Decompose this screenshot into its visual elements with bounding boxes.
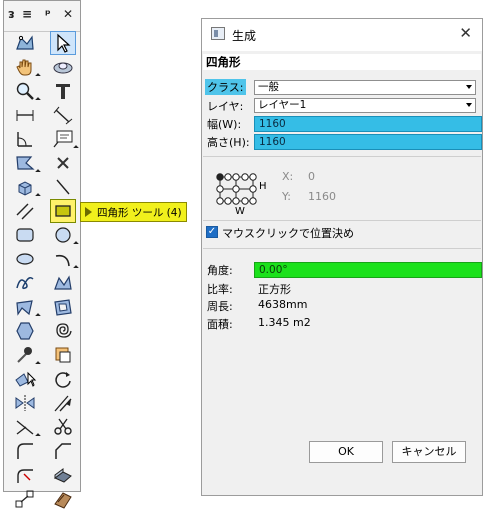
diagram-h-label: H	[259, 181, 267, 192]
callout-tool-icon[interactable]	[50, 127, 79, 151]
select-similar-tool-icon[interactable]	[12, 367, 38, 391]
circle-tool-icon[interactable]	[50, 223, 79, 247]
cancel-button[interactable]: キャンセル	[392, 441, 466, 463]
trim-tool-icon[interactable]	[12, 463, 38, 487]
polyline-tool-icon[interactable]	[50, 271, 76, 295]
spiral-tool-icon[interactable]	[50, 319, 76, 343]
dimension-tool-icon[interactable]	[12, 103, 38, 127]
regular-polygon-tool-icon[interactable]	[12, 319, 38, 343]
reshape-tool-icon[interactable]	[12, 31, 38, 55]
class-label: クラス:	[205, 79, 246, 95]
rectangle-tool-icon[interactable]	[50, 199, 76, 223]
bend-tool-icon[interactable]	[50, 463, 76, 487]
double-polygon-tool-icon[interactable]	[50, 295, 76, 319]
width-label: 幅(W):	[207, 118, 242, 131]
y-value: 1160	[308, 190, 336, 203]
attribute-mapping-tool-icon[interactable]	[50, 343, 76, 367]
rectangle-tool-tooltip: 四角形 ツール (4)	[80, 202, 187, 222]
rotate-tool-icon[interactable]	[50, 367, 76, 391]
pan-tool-icon[interactable]	[12, 55, 41, 79]
layer-value: レイヤー1	[258, 99, 307, 111]
dialog-title: 生成	[232, 29, 257, 43]
mouse-click-placement-label: マウスクリックで位置決め	[222, 227, 354, 240]
divider	[203, 156, 481, 157]
tooltip-label: 四角形 ツール (4)	[97, 206, 182, 219]
perimeter-label: 周長:	[207, 300, 233, 313]
tool-palette: ᴈ ≡ ᵖ ✕	[3, 0, 81, 509]
wall-tool-icon[interactable]	[50, 487, 76, 511]
angle-field[interactable]: 0.00°	[254, 262, 482, 278]
polygon-tool-icon[interactable]	[12, 295, 41, 319]
connect-tool-icon[interactable]	[12, 415, 41, 439]
zoom-tool-icon[interactable]	[12, 79, 41, 103]
height-field[interactable]: 1160	[254, 134, 482, 150]
ratio-label: 比率:	[207, 283, 233, 296]
oval-tool-icon[interactable]	[12, 247, 38, 271]
tooltip-arrow-icon	[85, 207, 92, 217]
palette-menu-icon[interactable]: ≡	[22, 7, 32, 21]
close-icon[interactable]: ✕	[459, 24, 472, 42]
text-tool-icon[interactable]	[50, 79, 76, 103]
split-tool-icon[interactable]	[50, 415, 76, 439]
ok-button[interactable]: OK	[309, 441, 383, 463]
ratio-value: 正方形	[258, 283, 291, 296]
class-value: 一般	[258, 81, 279, 93]
push-pull-tool-icon[interactable]	[12, 175, 41, 199]
chevron-down-icon	[466, 85, 472, 89]
palette-pin-icon[interactable]: ᵖ	[45, 7, 51, 21]
eyedropper-tool-icon[interactable]	[12, 343, 41, 367]
divider	[203, 248, 481, 249]
selection-tool-icon[interactable]	[50, 31, 76, 55]
create-dialog: 生成 ✕ 四角形 クラス: 一般 レイヤ: レイヤー1 幅(W): 1160 高…	[201, 18, 483, 496]
fillet-tool-icon[interactable]	[12, 439, 38, 463]
flyover-tool-icon[interactable]	[50, 55, 76, 79]
perimeter-value: 4638mm	[258, 298, 308, 311]
diagram-w-label: W	[235, 206, 245, 217]
freehand-tool-icon[interactable]	[12, 271, 38, 295]
rounded-rectangle-tool-icon[interactable]	[12, 223, 38, 247]
palette-grip-icon[interactable]: ᴈ	[8, 7, 15, 21]
offset-tool-icon[interactable]	[50, 391, 76, 415]
palette-close-icon[interactable]: ✕	[63, 7, 73, 21]
dialog-titlebar: 生成 ✕	[202, 19, 482, 51]
class-select[interactable]: 一般	[254, 80, 476, 95]
window-app-icon	[211, 27, 225, 40]
area-label: 面積:	[207, 318, 233, 331]
shape-heading: 四角形	[203, 54, 481, 70]
chamfer-tool-icon[interactable]	[50, 439, 76, 463]
angle-label: 角度:	[207, 264, 233, 277]
layer-label: レイヤ:	[207, 100, 244, 113]
chevron-down-icon	[466, 103, 472, 107]
arc-tool-icon[interactable]	[50, 247, 79, 271]
mirror-tool-icon[interactable]	[12, 391, 38, 415]
area-value: 1.345 m2	[258, 316, 311, 329]
y-label: Y:	[282, 190, 291, 203]
move-by-points-tool-icon[interactable]	[12, 487, 38, 511]
angle-dimension-tool-icon[interactable]	[12, 127, 38, 151]
x-label: X:	[282, 170, 294, 183]
divider	[203, 220, 481, 221]
clip-tool-icon[interactable]	[12, 151, 41, 175]
x-value: 0	[308, 170, 315, 183]
palette-titlebar: ᴈ ≡ ᵖ ✕	[4, 1, 80, 32]
mouse-click-placement-checkbox[interactable]: ✓	[206, 226, 218, 238]
angled-dimension-tool-icon[interactable]	[50, 103, 76, 127]
double-line-tool-icon[interactable]	[12, 199, 38, 223]
delete-tool-icon[interactable]	[50, 151, 76, 175]
layer-select[interactable]: レイヤー1	[254, 98, 476, 113]
line-tool-icon[interactable]	[50, 175, 76, 199]
height-label: 高さ(H):	[207, 136, 250, 149]
width-field[interactable]: 1160	[254, 116, 482, 132]
